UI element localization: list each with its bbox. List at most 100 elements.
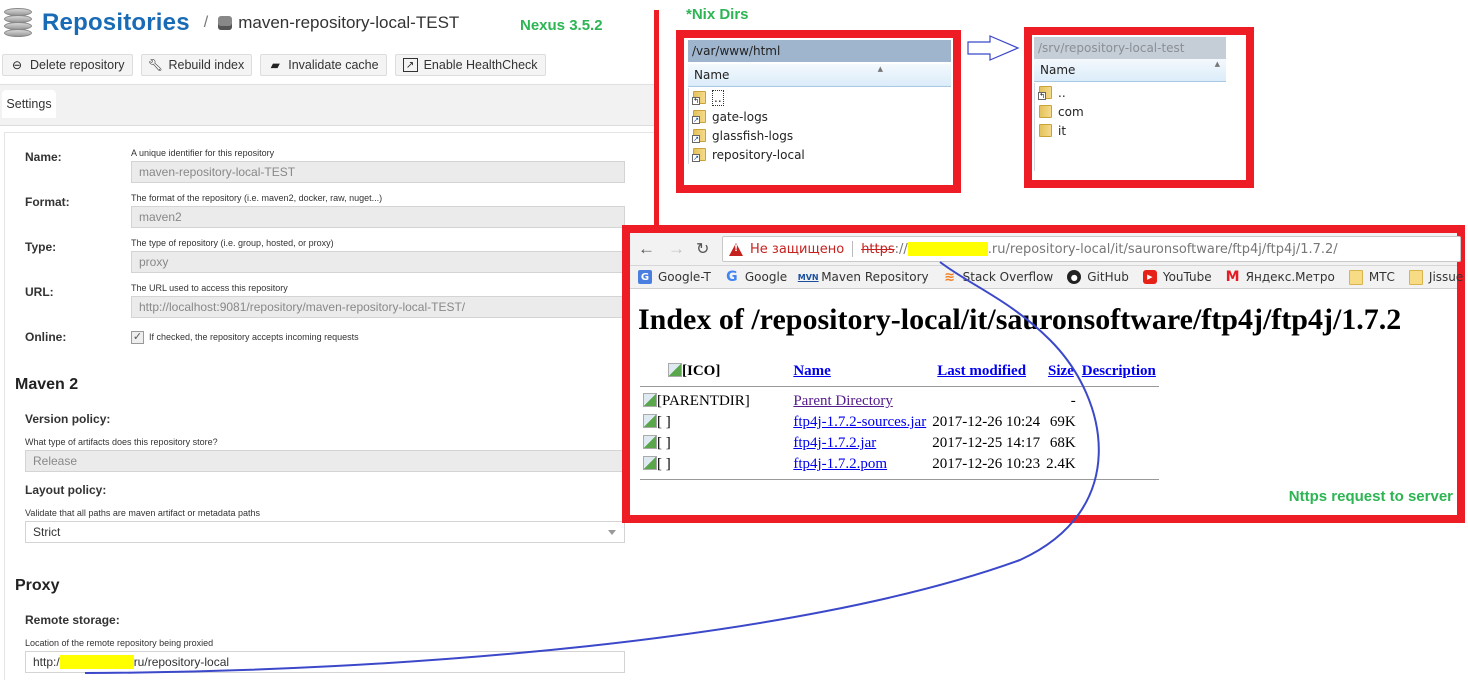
bookmark-label: Google-T	[658, 270, 711, 284]
bookmark-folder-mts[interactable]: МТС	[1348, 269, 1395, 285]
url-path: .ru/repository-local/it/sauronsoftware/f…	[987, 241, 1338, 257]
name-column-header: Name	[790, 361, 929, 382]
divider-row	[640, 475, 1159, 484]
item-name: ..	[1058, 85, 1066, 100]
list-item[interactable]: it	[1035, 121, 1084, 140]
directory-listing-table: [ICO] Name Last modified Size Descriptio…	[640, 361, 1159, 484]
url-label: URL:	[25, 285, 54, 299]
icon-cell: [ ]	[640, 433, 790, 454]
column-header-name[interactable]: Name ▲	[1034, 59, 1226, 82]
stackoverflow-icon: ≋	[944, 269, 956, 285]
name-label: Name:	[25, 150, 62, 164]
list-item[interactable]: com	[1035, 102, 1084, 121]
name-field[interactable]: maven-repository-local-TEST	[131, 161, 625, 183]
list-item[interactable]: ↰ ..	[689, 88, 805, 107]
column-header-name[interactable]: Name ▲	[688, 64, 951, 87]
size-cell: 68K	[1049, 435, 1076, 451]
name-cell: ftp4j-1.7.2-sources.jar	[790, 412, 929, 433]
bookmark-stack-overflow[interactable]: ≋ Stack Overflow	[943, 269, 1053, 285]
type-field[interactable]: proxy	[131, 251, 625, 273]
parent-directory-link[interactable]: Parent Directory	[793, 393, 893, 409]
version-policy-label: Version policy:	[25, 412, 111, 426]
explorer-path: /srv/repository-local-test	[1034, 37, 1226, 59]
header-text: [ICO]	[682, 363, 721, 379]
size-cell: 69K	[1049, 414, 1076, 430]
rebuild-index-button[interactable]: 🔧︎ Rebuild index	[140, 54, 253, 76]
sort-ascending-icon: ▲	[877, 65, 883, 73]
warning-icon	[729, 242, 743, 256]
back-arrow-icon[interactable]: ←	[638, 239, 655, 259]
online-checkbox[interactable]: ✓	[131, 331, 144, 344]
invalidate-cache-button[interactable]: ▰ Invalidate cache	[260, 54, 387, 76]
checkmark-icon: ✓	[132, 331, 143, 343]
icon-alt-text: [ ]	[657, 435, 671, 451]
list-item[interactable]: ↗ gate-logs	[689, 107, 805, 126]
mvn-icon: MVN	[797, 272, 819, 282]
name-cell: ftp4j-1.7.2.pom	[790, 454, 929, 475]
sort-by-modified-link[interactable]: Last modified	[937, 363, 1026, 379]
modified-cell	[929, 391, 1043, 412]
file-link[interactable]: ftp4j-1.7.2.pom	[793, 456, 887, 472]
chevron-down-icon[interactable]	[608, 530, 616, 535]
divider	[640, 479, 1159, 480]
enable-healthcheck-button[interactable]: ↗ Enable HealthCheck	[394, 54, 546, 76]
connector-line	[654, 10, 659, 228]
file-list: ↰ .. com it	[1034, 83, 1084, 171]
list-item[interactable]: ↰ ..	[1035, 83, 1084, 102]
remote-storage-field[interactable]: http:/ ru/repository-local	[25, 651, 625, 673]
folder-icon	[1348, 269, 1363, 285]
directory-index-page: Index of /repository-local/it/sauronsoft…	[638, 291, 1457, 511]
tab-settings[interactable]: Settings	[2, 90, 56, 118]
chart-line-icon: ↗	[402, 58, 418, 72]
file-link[interactable]: ftp4j-1.7.2.jar	[793, 435, 876, 451]
name-help: A unique identifier for this repository	[131, 148, 275, 158]
bookmark-folder-jissue[interactable]: Jissue	[1408, 269, 1463, 285]
table-header-row: [ICO] Name Last modified Size Descriptio…	[640, 361, 1159, 382]
bookmark-maven-repository[interactable]: MVN Maven Repository	[797, 270, 929, 284]
layout-policy-select[interactable]: Strict	[25, 521, 625, 543]
address-bar[interactable]: Не защищено https :// .ru/repository-loc…	[722, 236, 1461, 262]
divider-row	[640, 382, 1159, 391]
file-link[interactable]: ftp4j-1.7.2-sources.jar	[793, 414, 926, 430]
version-policy-select[interactable]: Release	[25, 450, 625, 472]
bookmark-google[interactable]: G Google	[725, 269, 788, 285]
bookmark-youtube[interactable]: ▶ YouTube	[1142, 270, 1212, 284]
folder-icon	[1039, 124, 1052, 137]
sort-by-size-link[interactable]: Size	[1048, 363, 1074, 379]
icon-alt-text: [ ]	[657, 456, 671, 472]
delete-repository-button[interactable]: ⊖ Delete repository	[2, 54, 133, 76]
format-field[interactable]: maven2	[131, 206, 625, 228]
explorer-var-www-html: /var/www/html Name ▲ ↰ .. ↗ gate-logs ↗ …	[676, 30, 961, 193]
bookmark-label: Google	[744, 270, 788, 284]
folder-shortcut-icon: ↗	[692, 148, 706, 162]
security-status[interactable]: Не защищено	[750, 242, 844, 257]
forward-arrow-icon[interactable]: →	[668, 239, 685, 259]
reload-icon[interactable]: ↻	[696, 239, 709, 259]
bookmark-github[interactable]: ● GitHub	[1067, 270, 1129, 284]
page-title[interactable]: Repositories	[42, 9, 190, 37]
sort-ascending-icon: ▲	[1214, 60, 1220, 68]
column-header-label: Name	[1040, 63, 1076, 77]
modified-cell: 2017-12-25 14:17	[932, 435, 1041, 451]
folder-up-icon: ↰	[692, 91, 706, 105]
divider	[852, 241, 854, 257]
modified-cell: 2017-12-26 10:23	[932, 456, 1041, 472]
list-item[interactable]: ↗ repository-local	[689, 145, 805, 164]
list-item[interactable]: ↗ glassfish-logs	[689, 126, 805, 145]
tab-bar: Settings	[0, 84, 654, 126]
url-field[interactable]: http://localhost:9081/repository/maven-r…	[131, 296, 625, 318]
online-label: Online:	[25, 330, 67, 344]
bookmark-yandex-metro[interactable]: M Яндекс.Метро	[1226, 269, 1335, 285]
size-cell: 2.4K	[1046, 456, 1076, 472]
repository-toolbar: ⊖ Delete repository 🔧︎ Rebuild index ▰ I…	[2, 54, 546, 76]
type-label: Type:	[25, 240, 57, 254]
redacted-hostname	[59, 655, 134, 669]
google-icon: G	[726, 269, 738, 285]
sort-by-name-link[interactable]: Name	[793, 363, 831, 379]
folder-icon	[1408, 269, 1423, 285]
database-icon	[4, 8, 32, 38]
bookmark-label: МТС	[1368, 270, 1395, 284]
divider	[640, 386, 1159, 387]
sort-by-description-link[interactable]: Description	[1082, 363, 1156, 379]
bookmark-google-t[interactable]: G Google-T	[638, 270, 711, 284]
